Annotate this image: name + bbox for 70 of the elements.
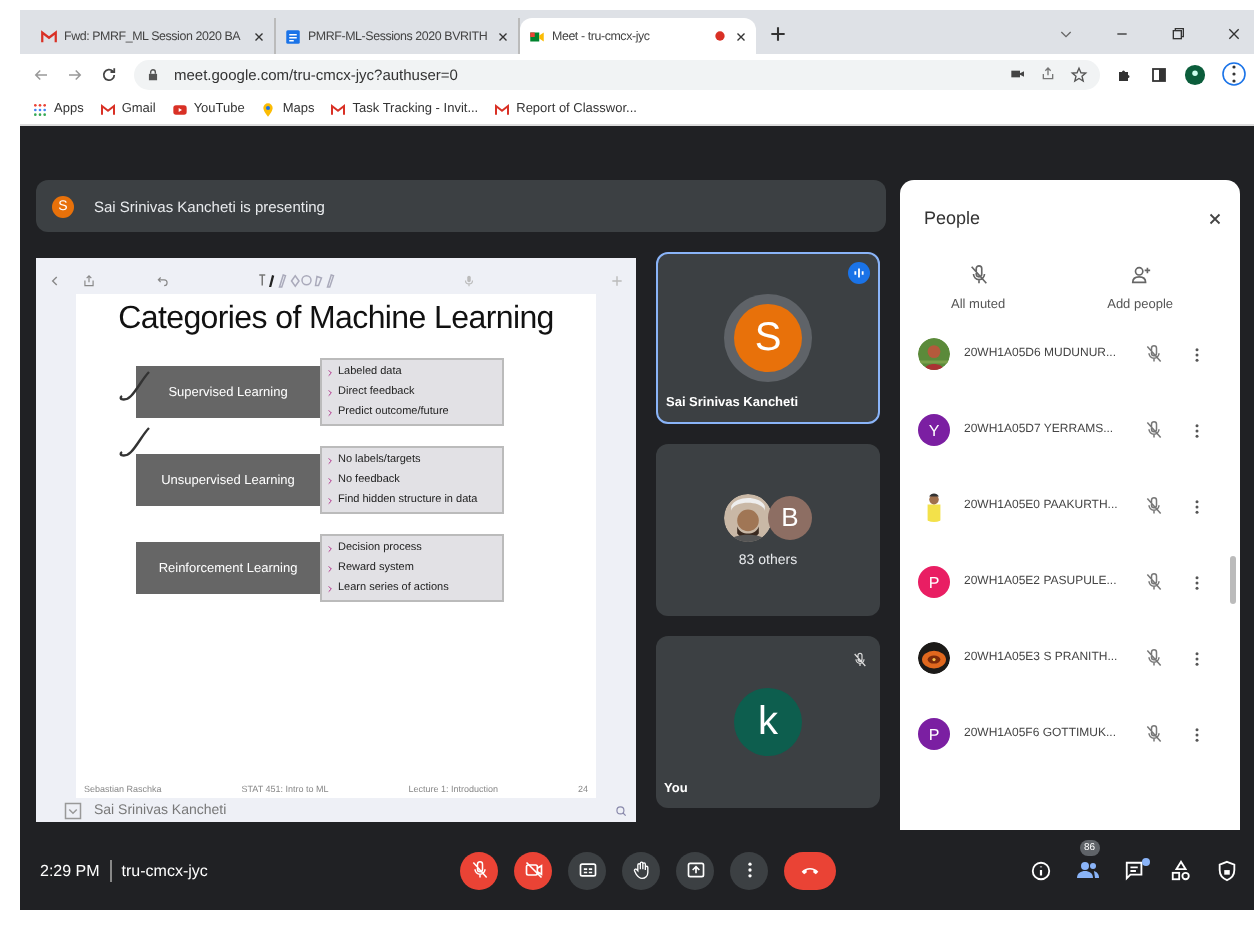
close-icon[interactable] [496,29,510,43]
captions-icon [577,860,597,880]
restore-icon[interactable] [1170,26,1186,42]
close-icon[interactable] [1206,209,1224,227]
present-button[interactable] [676,851,714,889]
side-panel-icon[interactable] [1150,65,1168,83]
avatar: P [918,718,950,750]
scrollbar-thumb[interactable] [1230,556,1236,604]
close-icon[interactable] [252,29,266,43]
chevron-down-icon [64,801,82,819]
avatar: B [768,495,812,539]
host-controls-icon[interactable] [1216,859,1238,881]
plus-icon [610,273,624,287]
meeting-code: tru-cmcx-jyc [121,861,208,879]
mic-off-icon [1144,572,1164,592]
hand-icon [631,860,651,880]
mic-off-icon [1144,648,1164,668]
map-pin-icon[interactable] [260,101,277,117]
plus-icon[interactable] [768,24,788,44]
back-chevron-icon [48,273,62,287]
info-icon[interactable] [1030,859,1052,881]
chat-icon[interactable] [1124,859,1146,881]
microphone-icon [462,273,476,287]
mic-off-icon [1144,724,1164,744]
share-icon[interactable] [1040,66,1056,82]
avatar: S [734,304,802,372]
close-icon[interactable] [1226,26,1242,42]
slide-title: Categories of Machine Learning [118,302,554,338]
document-icon [284,27,302,45]
share-icon [82,273,96,287]
avatar: P [918,566,950,598]
camera-off-icon [523,860,543,880]
mail-icon[interactable] [494,101,511,117]
forward-arrow-icon[interactable] [66,65,84,83]
profile-avatar-icon[interactable] [1184,63,1206,85]
mic-off-icon [1144,420,1164,440]
person-add-icon [1129,264,1152,286]
mic-off-icon [469,860,489,880]
chevron-down-icon[interactable] [1058,26,1074,42]
apps-grid-icon[interactable] [32,101,48,117]
close-icon[interactable] [734,29,748,43]
zoom-icon [614,803,628,817]
reload-icon[interactable] [100,65,118,83]
play-icon[interactable] [171,101,188,117]
captions-button[interactable] [568,851,606,889]
mic-off-icon [1144,344,1164,364]
lock-icon [146,67,160,81]
activities-icon[interactable] [1170,859,1192,881]
clock-text: 2:29 PM [40,861,100,879]
star-icon[interactable] [1070,65,1088,83]
avatar: Y [918,414,950,446]
mail-icon[interactable] [330,101,347,117]
mail-icon[interactable] [99,101,116,117]
back-arrow-icon[interactable] [32,65,50,83]
camera-off-button[interactable] [514,851,552,889]
mic-off-icon [967,264,990,286]
people-icon[interactable] [1076,858,1100,882]
undo-icon [156,273,170,287]
end-call-button[interactable] [784,851,836,889]
panel-title: People [924,208,981,228]
more-options-button[interactable] [730,851,768,889]
present-icon [685,860,705,880]
camera-icon[interactable] [1010,66,1026,82]
mic-off-icon [1144,496,1164,516]
hand-button[interactable] [622,851,660,889]
menu-icon[interactable] [1222,62,1246,86]
video-camera-icon [528,27,546,45]
mail-icon [40,27,58,45]
mic-off-button[interactable] [460,851,498,889]
avatar: k [734,688,802,756]
